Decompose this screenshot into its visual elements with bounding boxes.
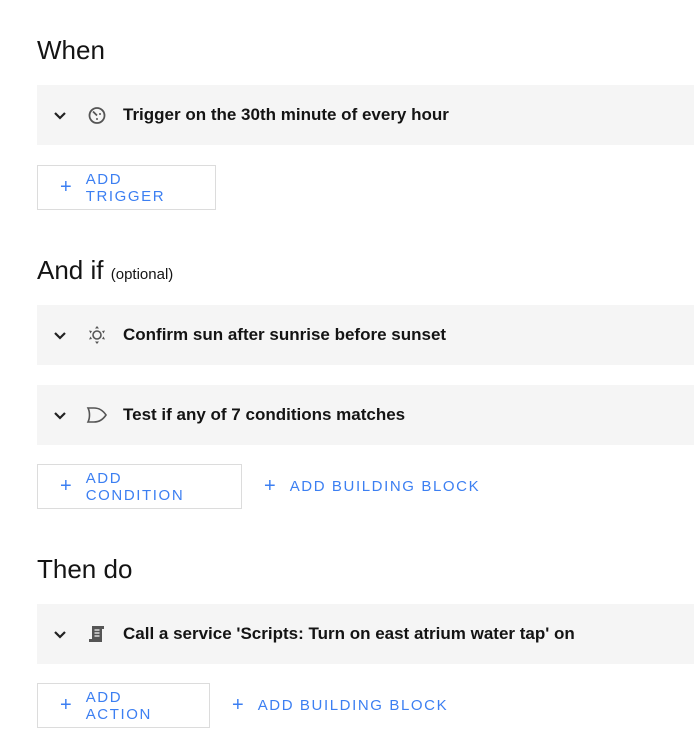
or-gate-icon [85, 406, 109, 424]
plus-icon: + [60, 176, 72, 198]
script-scroll-icon [85, 624, 109, 644]
plus-icon: + [232, 694, 244, 716]
trigger-label: Trigger on the 30th minute of every hour [123, 105, 449, 124]
action-label: Call a service 'Scripts: Turn on east at… [123, 624, 575, 643]
trigger-card[interactable]: Trigger on the 30th minute of every hour [37, 85, 694, 145]
condition-card-or[interactable]: Test if any of 7 conditions matches [37, 385, 694, 445]
add-trigger-label: ADD TRIGGER [85, 170, 166, 205]
plus-icon: + [264, 475, 276, 497]
when-heading: When [37, 35, 105, 65]
add-trigger-button[interactable]: + ADD TRIGGER [37, 165, 216, 210]
plus-icon: + [60, 694, 72, 716]
timer-clock-icon [85, 105, 109, 125]
chevron-down-icon[interactable] [51, 411, 69, 420]
add-condition-label: ADD CONDITION [85, 469, 185, 504]
chevron-down-icon[interactable] [51, 111, 69, 120]
condition-card-sun[interactable]: Confirm sun after sunrise before sunset [37, 305, 694, 365]
add-condition-button[interactable]: + ADD CONDITION [37, 464, 242, 509]
sun-icon [85, 325, 109, 345]
add-building-block-label: ADD BUILDING BLOCK [289, 478, 481, 495]
and-if-heading: And if (optional) [37, 254, 173, 291]
add-building-block-button[interactable]: + ADD BUILDING BLOCK [242, 464, 503, 509]
add-action-label: ADD ACTION [85, 688, 152, 723]
then-do-heading: Then do [37, 554, 133, 584]
optional-label: (optional) [110, 266, 174, 283]
plus-icon: + [60, 475, 72, 497]
condition-sun-label: Confirm sun after sunrise before sunset [123, 325, 447, 344]
and-if-title: And if [37, 255, 104, 285]
condition-or-label: Test if any of 7 conditions matches [123, 405, 406, 424]
add-action-button[interactable]: + ADD ACTION [37, 683, 210, 728]
add-building-block-label: ADD BUILDING BLOCK [257, 697, 449, 714]
chevron-down-icon[interactable] [51, 630, 69, 639]
add-building-block-button[interactable]: + ADD BUILDING BLOCK [210, 683, 471, 728]
action-card[interactable]: Call a service 'Scripts: Turn on east at… [37, 604, 694, 664]
chevron-down-icon[interactable] [51, 331, 69, 340]
